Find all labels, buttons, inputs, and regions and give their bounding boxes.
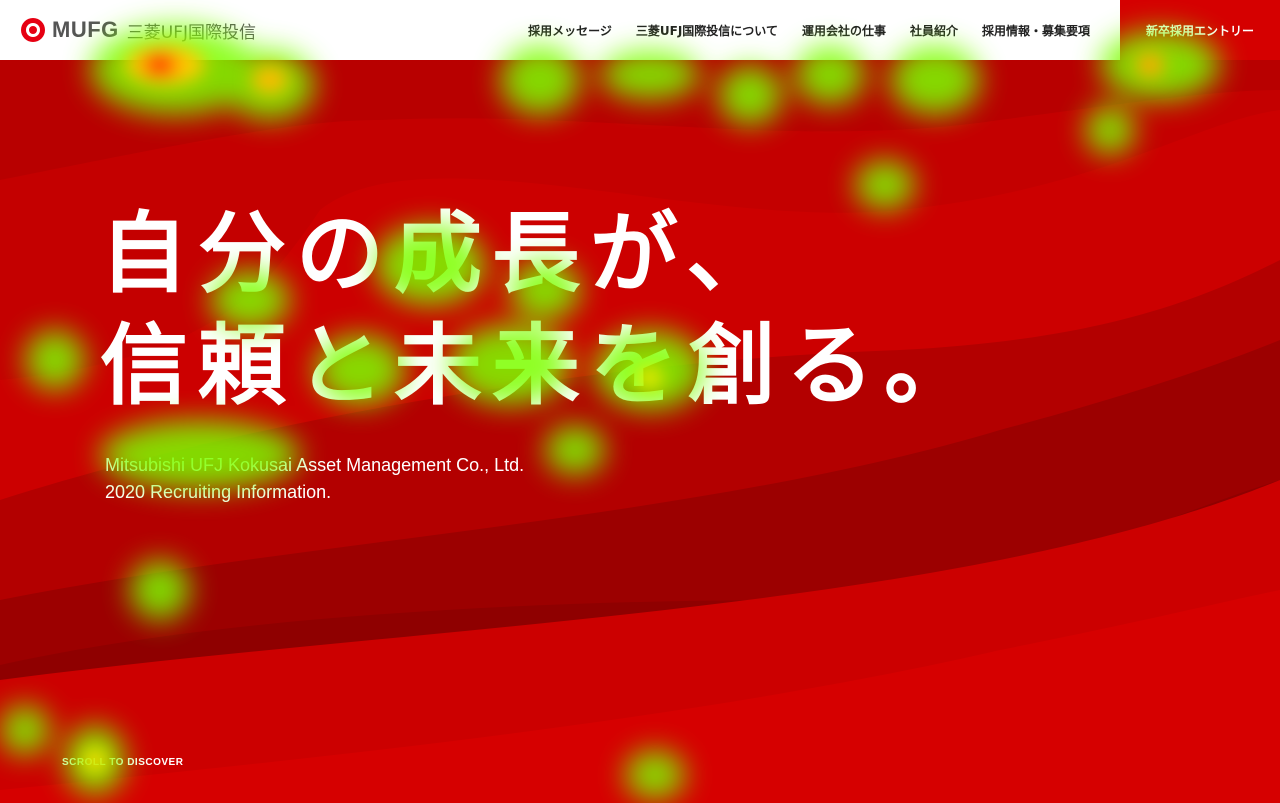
nav-about[interactable]: 三菱UFJ国際投信について bbox=[636, 22, 778, 39]
site-header: MUFG 三菱UFJ国際投信 採用メッセージ 三菱UFJ国際投信について 運用会… bbox=[0, 0, 1120, 60]
nav-work[interactable]: 運用会社の仕事 bbox=[802, 22, 886, 39]
mufg-logo-icon bbox=[21, 18, 45, 42]
hero-heading: 自分の成長が、 信頼と未来を創る。 bbox=[100, 198, 982, 422]
logo-subtitle: 三菱UFJ国際投信 bbox=[126, 22, 257, 43]
nav-recruit-info[interactable]: 採用情報・募集要項 bbox=[982, 22, 1090, 39]
hero-subtitle: Mitsubishi UFJ Kokusai Asset Management … bbox=[105, 452, 524, 506]
scroll-indicator[interactable]: SCROLL TO DISCOVER bbox=[62, 757, 183, 768]
nav-message[interactable]: 採用メッセージ bbox=[528, 22, 612, 39]
nav-staff[interactable]: 社員紹介 bbox=[910, 22, 958, 39]
logo[interactable]: MUFG 三菱UFJ国際投信 bbox=[20, 15, 256, 45]
hero-line-2: 信頼と未来を創る。 bbox=[100, 314, 983, 417]
company-name-en: Mitsubishi UFJ Kokusai Asset Management … bbox=[105, 455, 525, 475]
recruiting-year: 2020 Recruiting Information. bbox=[105, 482, 332, 502]
logo-text: MUFG bbox=[52, 17, 119, 42]
entry-button[interactable]: 新卒採用エントリー bbox=[1120, 0, 1280, 60]
main-nav: 採用メッセージ 三菱UFJ国際投信について 運用会社の仕事 社員紹介 採用情報・… bbox=[504, 0, 1090, 60]
hero-line-1: 自分の成長が、 bbox=[100, 202, 785, 305]
